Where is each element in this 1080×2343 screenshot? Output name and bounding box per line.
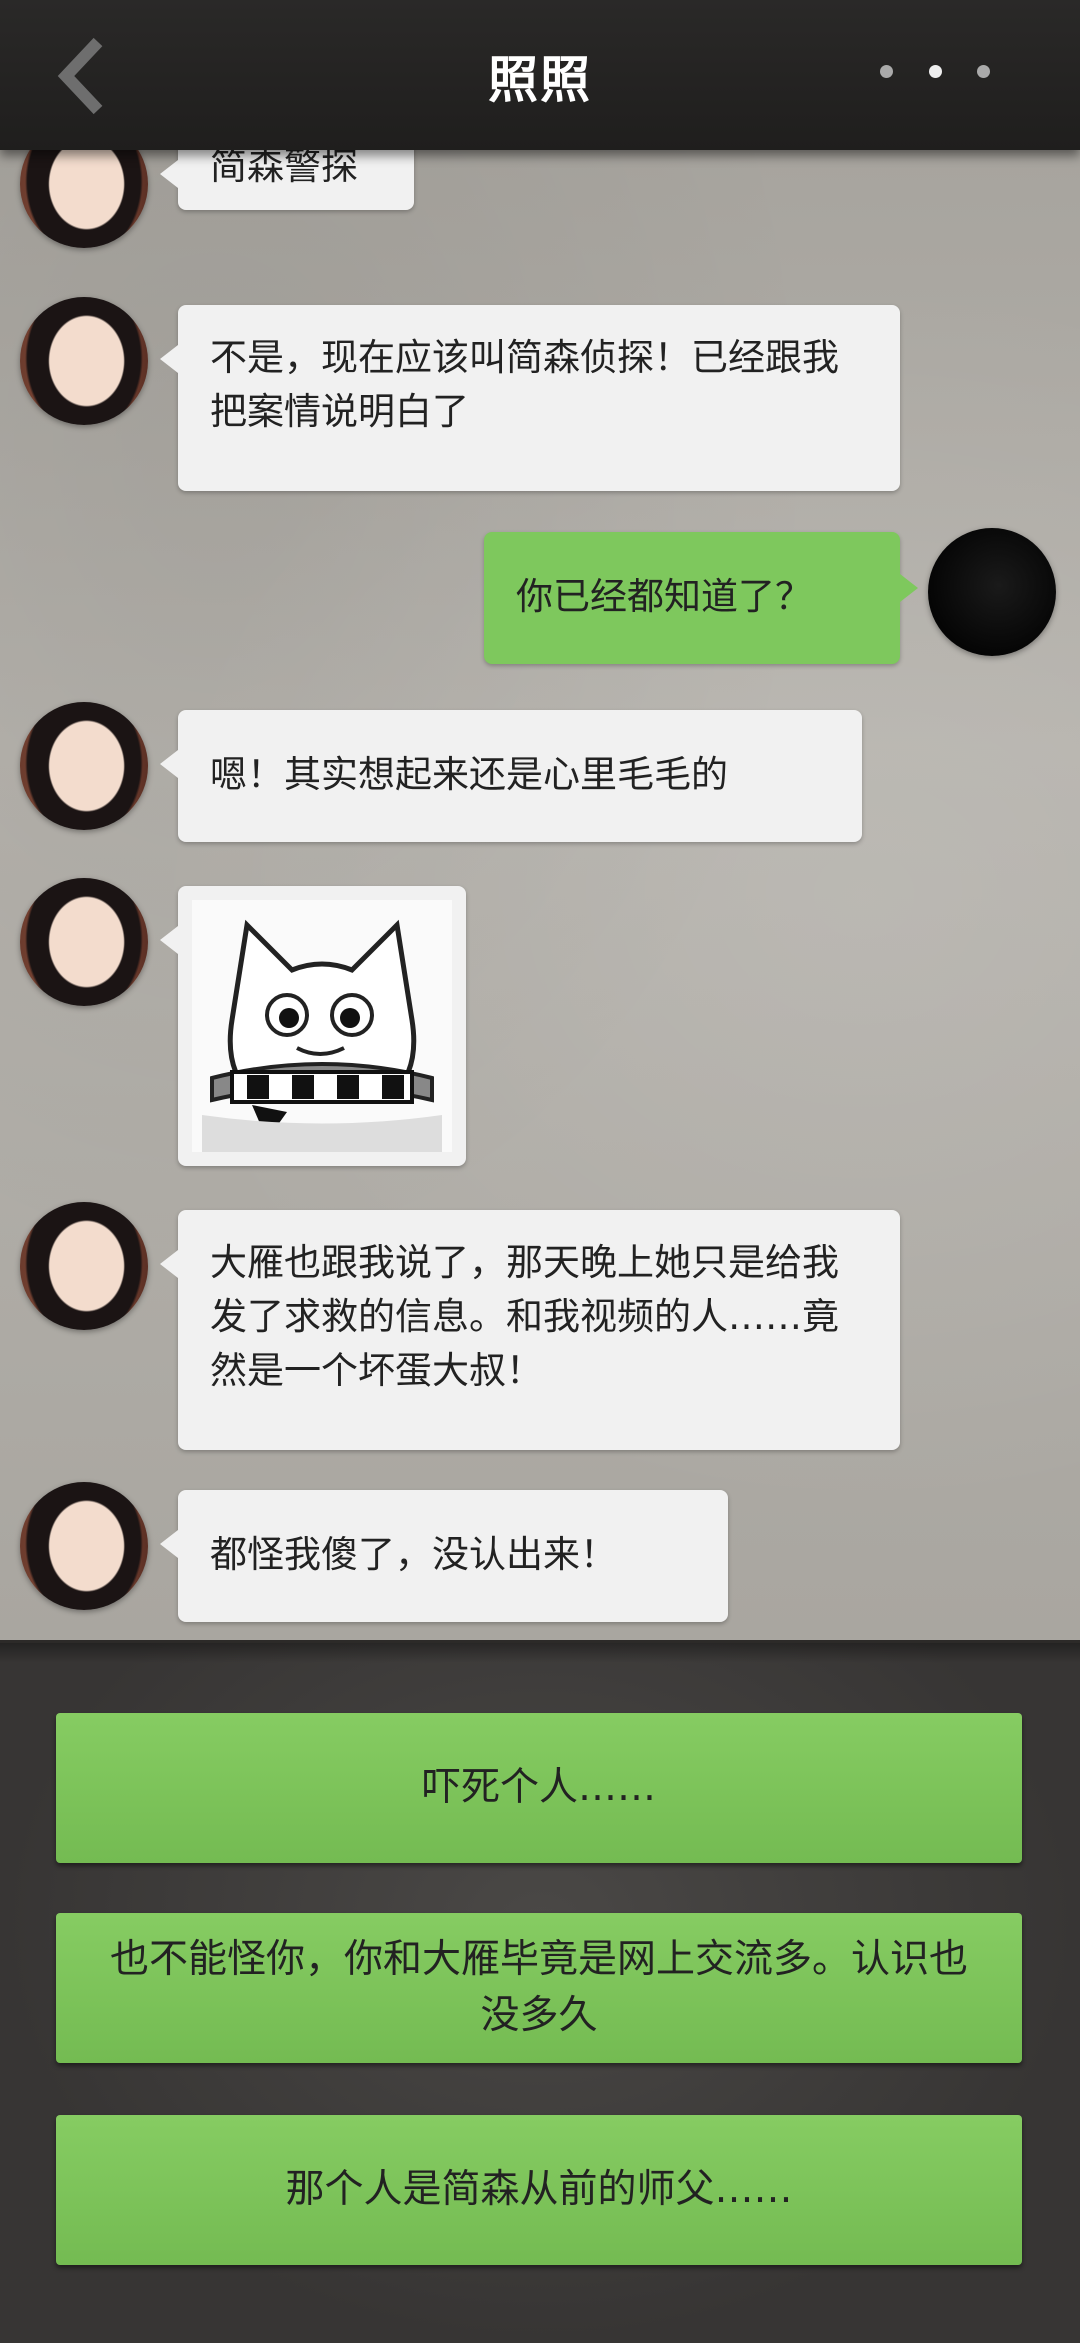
reply-option-button[interactable]: 吓死个人…… [56,1713,1022,1863]
message-bubble-incoming: 大雁也跟我说了，那天晚上她只是给我发了求救的信息。和我视频的人……竟然是一个坏蛋… [160,1210,900,1450]
reply-option-button[interactable]: 也不能怪你，你和大雁毕竟是网上交流多。认识也没多久 [56,1913,1022,2063]
dot-icon [880,64,893,78]
dot-icon [928,64,942,78]
message-text: 简森警探 [210,150,358,188]
scared-cat-sticker [192,900,452,1152]
message-bubble-outgoing: 你已经都知道了？ [484,532,918,664]
message-bubble-incoming: 简森警探 [160,150,414,210]
message-text: 嗯！其实想起来还是心里毛毛的 [210,753,728,796]
dot-icon [977,64,990,78]
contact-avatar[interactable] [20,1202,148,1330]
contact-avatar[interactable] [20,702,148,830]
reply-option-button[interactable]: 那个人是简森从前的师父…… [56,2115,1022,2265]
more-options-button[interactable] [880,56,990,86]
message-bubble-incoming: 不是，现在应该叫简森侦探！已经跟我把案情说明白了 [160,305,900,491]
contact-avatar[interactable] [20,878,148,1006]
message-text: 都怪我傻了，没认出来！ [210,1533,617,1576]
top-bar: 照照 [0,0,1080,150]
message-text: 不是，现在应该叫简森侦探！已经跟我把案情说明白了 [210,336,839,433]
message-bubble-incoming: 嗯！其实想起来还是心里毛毛的 [160,710,862,842]
message-text: 大雁也跟我说了，那天晚上她只是给我发了求救的信息。和我视频的人……竟然是一个坏蛋… [210,1241,839,1392]
message-text: 你已经都知道了？ [516,575,812,618]
contact-avatar[interactable] [20,150,148,248]
message-bubble-incoming: 都怪我傻了，没认出来！ [160,1490,728,1622]
reply-options-panel: 吓死个人…… 也不能怪你，你和大雁毕竟是网上交流多。认识也没多久 那个人是简森从… [0,1640,1080,2343]
chat-area[interactable]: 简森警探 不是，现在应该叫简森侦探！已经跟我把案情说明白了 你已经都知道了？ 嗯… [0,150,1080,1640]
contact-avatar[interactable] [20,1482,148,1610]
message-bubble-sticker[interactable] [160,886,466,1166]
user-avatar[interactable] [928,528,1056,656]
contact-avatar[interactable] [20,297,148,425]
